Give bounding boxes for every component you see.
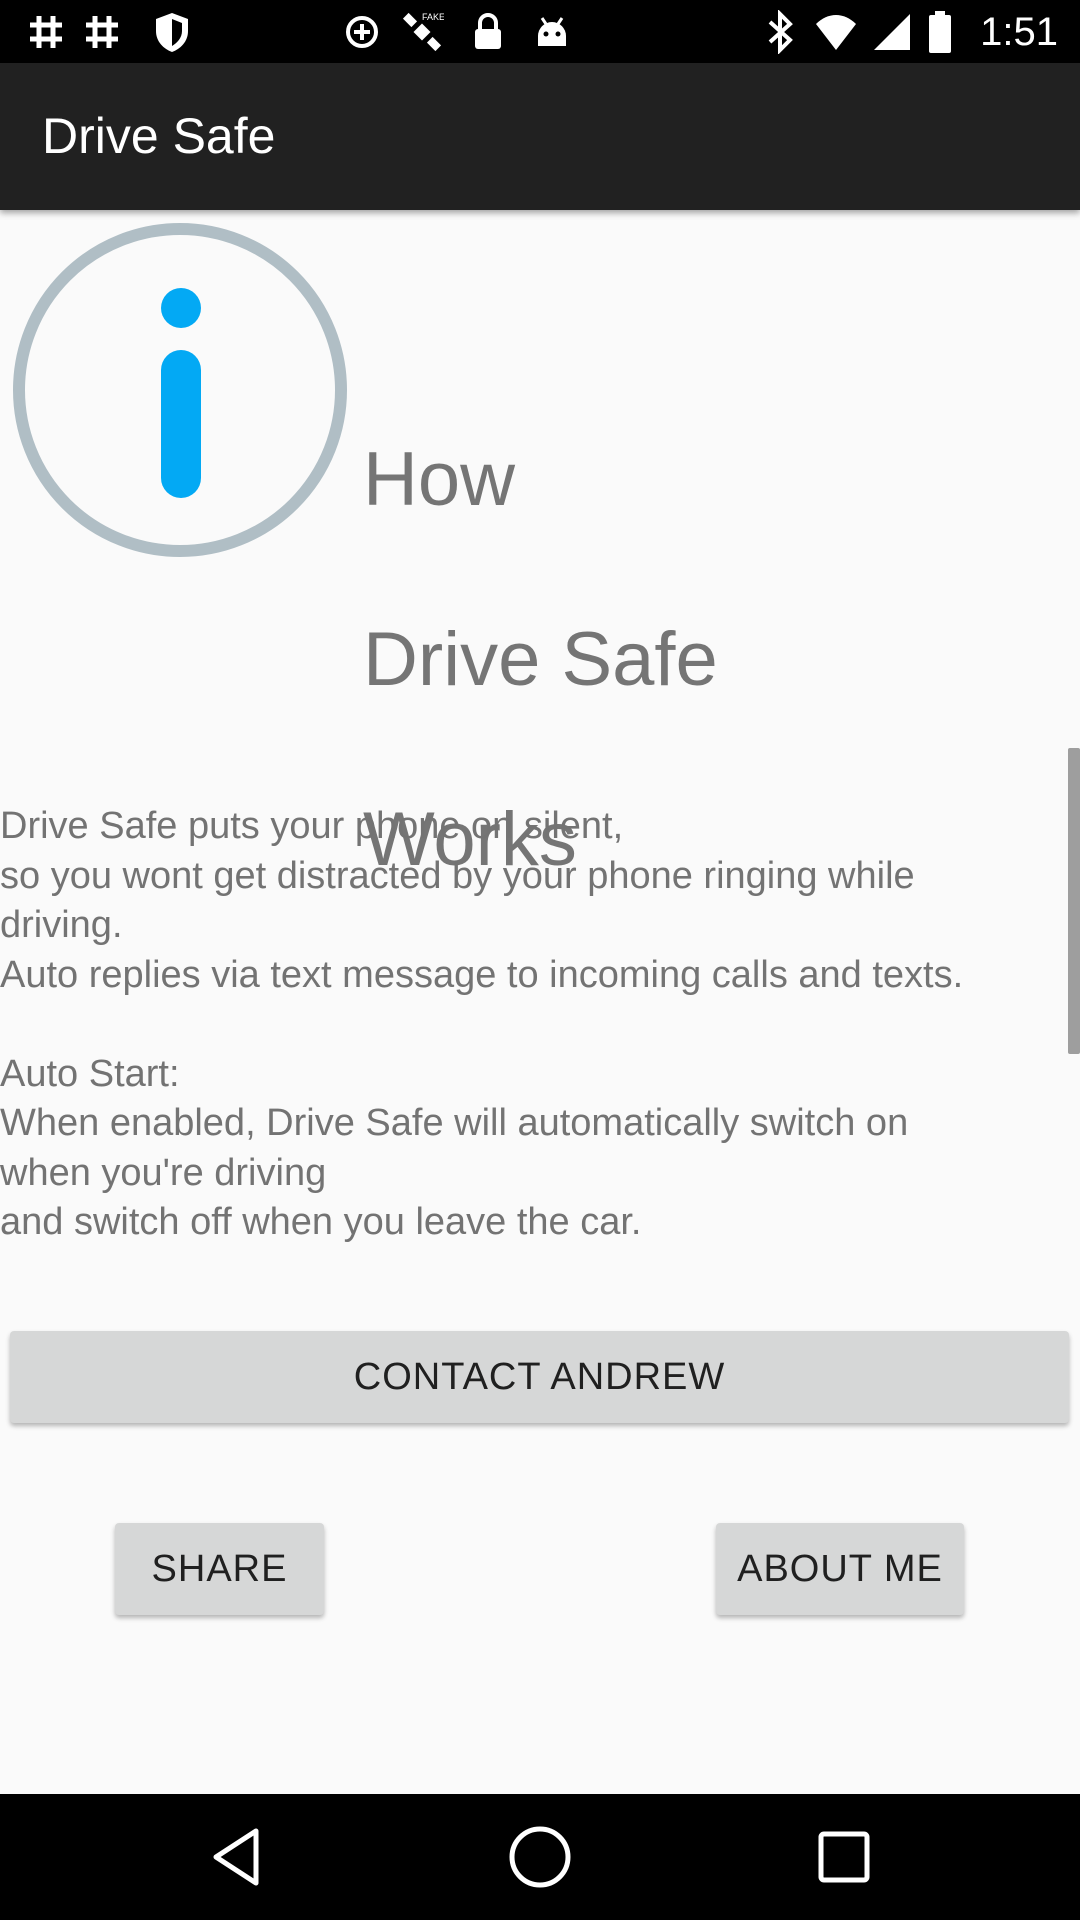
satellite-icon: FAKE [400,10,444,54]
home-icon[interactable] [504,1821,576,1893]
back-icon[interactable] [200,1821,272,1893]
app-title: Drive Safe [42,108,276,164]
info-icon [10,220,350,560]
about-me-button[interactable]: ABOUT ME [716,1523,964,1615]
description-line: and switch off when you leave the car. [0,1201,642,1243]
signal-icon [870,10,914,54]
hash-icon [24,10,68,54]
data-saver-icon [340,10,384,54]
app-toolbar: Drive Safe [0,63,1080,210]
svg-text:FAKE: FAKE [422,12,444,22]
description-line: Drive Safe puts your phone on silent, [0,805,624,847]
description-text: Drive Safe puts your phone on silent, so… [0,802,1080,1248]
description-line: When enabled, Drive Safe will automatica… [0,1102,909,1144]
recents-icon[interactable] [808,1821,880,1893]
heading-line: Drive Safe [363,617,718,702]
battery-icon [918,10,962,54]
android-icon [530,10,574,54]
description-line: driving. [0,904,123,946]
shield-icon [150,10,194,54]
description-line: Auto Start: [0,1052,180,1095]
hash-icon [80,10,124,54]
status-bar: FAKE 1:51 [0,0,1080,63]
bluetooth-icon [758,10,802,54]
description-line: Auto replies via text message to incomin… [0,953,964,996]
scrollbar[interactable] [1068,748,1080,1054]
lock-icon [466,10,510,54]
share-button[interactable]: SHARE [115,1523,324,1615]
navigation-bar [0,1794,1080,1920]
wifi-icon [814,10,858,54]
status-time: 1:51 [980,10,1058,54]
description-line: when you're driving [0,1151,327,1194]
heading-line: How [363,437,516,522]
description-line: so you wont get distracted by your phone… [0,854,915,897]
contact-andrew-button[interactable]: CONTACT ANDREW [10,1331,1069,1423]
